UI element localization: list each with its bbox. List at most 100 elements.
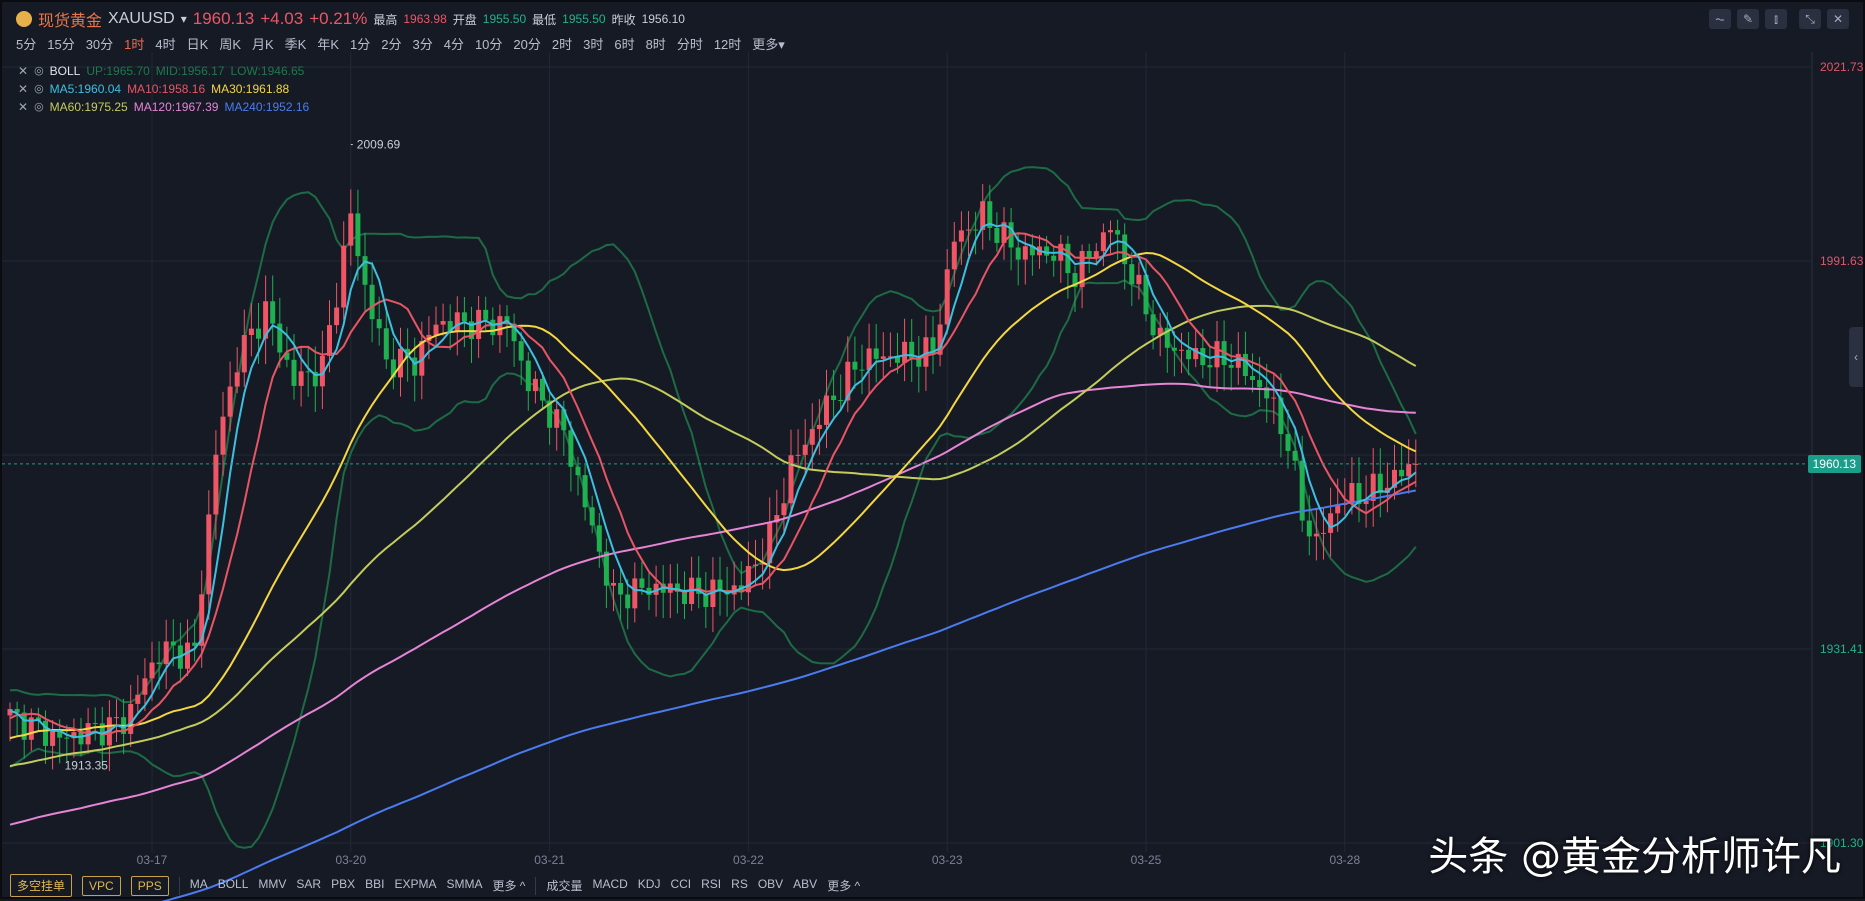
candle-body xyxy=(1023,246,1028,259)
period-tab[interactable]: 20分 xyxy=(513,34,540,53)
price-tick-label: 1931.41 xyxy=(1820,642,1864,656)
close-icon[interactable]: ✕ xyxy=(18,98,28,116)
period-tab[interactable]: 12时 xyxy=(714,34,741,53)
indicator-option[interactable]: CCI xyxy=(670,877,691,894)
settings-icon[interactable]: ◎ xyxy=(34,98,44,116)
indicator-option[interactable]: PBX xyxy=(331,877,355,894)
period-tab[interactable]: 8时 xyxy=(646,34,666,53)
indicator-option[interactable]: MACD xyxy=(592,877,627,894)
price-chart[interactable]: 2021.731991.631931.411901.3003-1703-2003… xyxy=(2,2,1865,901)
indicator-option[interactable]: RS xyxy=(731,877,748,894)
period-tab[interactable]: 周K xyxy=(219,34,241,53)
period-tab[interactable]: 2时 xyxy=(552,34,572,53)
period-tab[interactable]: 更多▾ xyxy=(752,34,785,53)
candle-body xyxy=(831,396,836,400)
period-tab[interactable]: 季K xyxy=(285,34,307,53)
period-tab[interactable]: 日K xyxy=(187,34,209,53)
candle-body xyxy=(945,269,950,324)
chevron-down-icon[interactable]: ▾ xyxy=(181,12,187,26)
bottom-toolbar: 多空挂单 VPC PPS MA BOLL MMV SAR PBX BBI EXPMA SMMA… xyxy=(10,874,860,897)
settings-icon[interactable]: ◎ xyxy=(34,80,44,98)
candle-body xyxy=(576,467,581,475)
vpc-button[interactable]: VPC xyxy=(82,876,121,896)
candle-body xyxy=(1186,350,1191,359)
indicator-option[interactable]: MA xyxy=(190,877,208,894)
period-tab[interactable]: 1分 xyxy=(350,34,370,53)
indicator-option[interactable]: RSI xyxy=(701,877,721,894)
candle-body xyxy=(434,325,439,335)
candle-body xyxy=(334,308,339,326)
candle-body xyxy=(568,430,573,467)
candle-body xyxy=(1293,451,1298,461)
indicator-option[interactable]: 更多 ^ xyxy=(492,877,525,894)
indicator-option[interactable]: OBV xyxy=(758,877,783,894)
price-tick-label: 2021.73 xyxy=(1820,60,1864,74)
indicator-option[interactable]: MMV xyxy=(258,877,286,894)
candle-body xyxy=(810,429,815,445)
candlestick-icon[interactable]: ⫾ xyxy=(1765,9,1787,29)
high-value: 1963.98 xyxy=(403,12,446,26)
candle-body xyxy=(1207,365,1212,367)
candle-body xyxy=(228,387,233,417)
period-tab[interactable]: 3分 xyxy=(412,34,432,53)
candle-body xyxy=(490,320,495,335)
close-icon[interactable]: ✕ xyxy=(1827,9,1849,29)
close-icon[interactable]: ✕ xyxy=(18,80,28,98)
candle-body xyxy=(384,328,389,359)
collapse-panel-button[interactable]: ‹ xyxy=(1849,327,1863,387)
indicator-option[interactable]: SAR xyxy=(296,877,321,894)
candle-body xyxy=(874,348,879,358)
ma-legend-2: ✕◎ MA60:1975.25 MA120:1967.39 MA240:1952… xyxy=(18,98,309,116)
period-tab[interactable]: 5分 xyxy=(16,34,36,53)
candle-body xyxy=(370,285,375,319)
candle-body xyxy=(355,213,360,256)
ma5-value: MA5:1960.04 xyxy=(50,80,121,98)
candle-body xyxy=(1406,464,1411,476)
candle-body xyxy=(1200,348,1205,365)
candle-body xyxy=(483,310,488,320)
shrink-icon[interactable]: ⤡ xyxy=(1799,9,1821,29)
candle-body xyxy=(306,371,311,372)
close-icon[interactable]: ✕ xyxy=(18,62,28,80)
period-tab[interactable]: 1时 xyxy=(124,34,144,53)
candle-body xyxy=(1257,380,1262,387)
candle-body xyxy=(441,321,446,325)
candle-body xyxy=(718,580,723,590)
period-tab[interactable]: 15分 xyxy=(47,34,74,53)
period-tab[interactable]: 4分 xyxy=(444,34,464,53)
period-tab[interactable]: 分时 xyxy=(677,34,703,53)
indicator-option[interactable]: BBI xyxy=(365,877,384,894)
indicator-option[interactable]: BOLL xyxy=(218,877,249,894)
period-tab[interactable]: 2分 xyxy=(381,34,401,53)
period-tab[interactable]: 10分 xyxy=(475,34,502,53)
indicator-option[interactable]: KDJ xyxy=(638,877,661,894)
candle-body xyxy=(604,552,609,586)
candle-body xyxy=(164,641,169,664)
ma120-value: MA120:1967.39 xyxy=(134,98,219,116)
period-tab[interactable]: 年K xyxy=(317,34,339,53)
indicator-option[interactable]: 更多 ^ xyxy=(827,877,860,894)
indicator-option[interactable]: SMMA xyxy=(446,877,482,894)
open-value: 1955.50 xyxy=(483,12,526,26)
indicator-option[interactable]: EXPMA xyxy=(394,877,436,894)
candle-body xyxy=(902,342,907,363)
settings-icon[interactable]: ◎ xyxy=(34,62,44,80)
indicator-option[interactable]: 成交量 xyxy=(546,877,582,894)
indicator-option[interactable]: ABV xyxy=(793,877,817,894)
period-tab[interactable]: 30分 xyxy=(86,34,113,53)
prev-close-value: 1956.10 xyxy=(642,12,685,26)
candle-body xyxy=(341,246,346,308)
indicator-icon[interactable]: ⏦ xyxy=(1709,9,1731,29)
period-tab[interactable]: 6时 xyxy=(614,34,634,53)
long-short-orders-button[interactable]: 多空挂单 xyxy=(10,874,72,897)
period-tab[interactable]: 3时 xyxy=(583,34,603,53)
instrument-title: 现货黄金 xyxy=(38,7,102,31)
pps-button[interactable]: PPS xyxy=(131,876,169,896)
candle-body xyxy=(1016,247,1021,259)
candle-body xyxy=(824,396,829,425)
period-tab[interactable]: 月K xyxy=(252,34,274,53)
symbol-selector[interactable]: XAUUSD xyxy=(108,10,175,28)
draw-pen-icon[interactable]: ✎ xyxy=(1737,9,1759,29)
period-tab[interactable]: 4时 xyxy=(155,34,175,53)
candle-body xyxy=(1151,314,1156,335)
